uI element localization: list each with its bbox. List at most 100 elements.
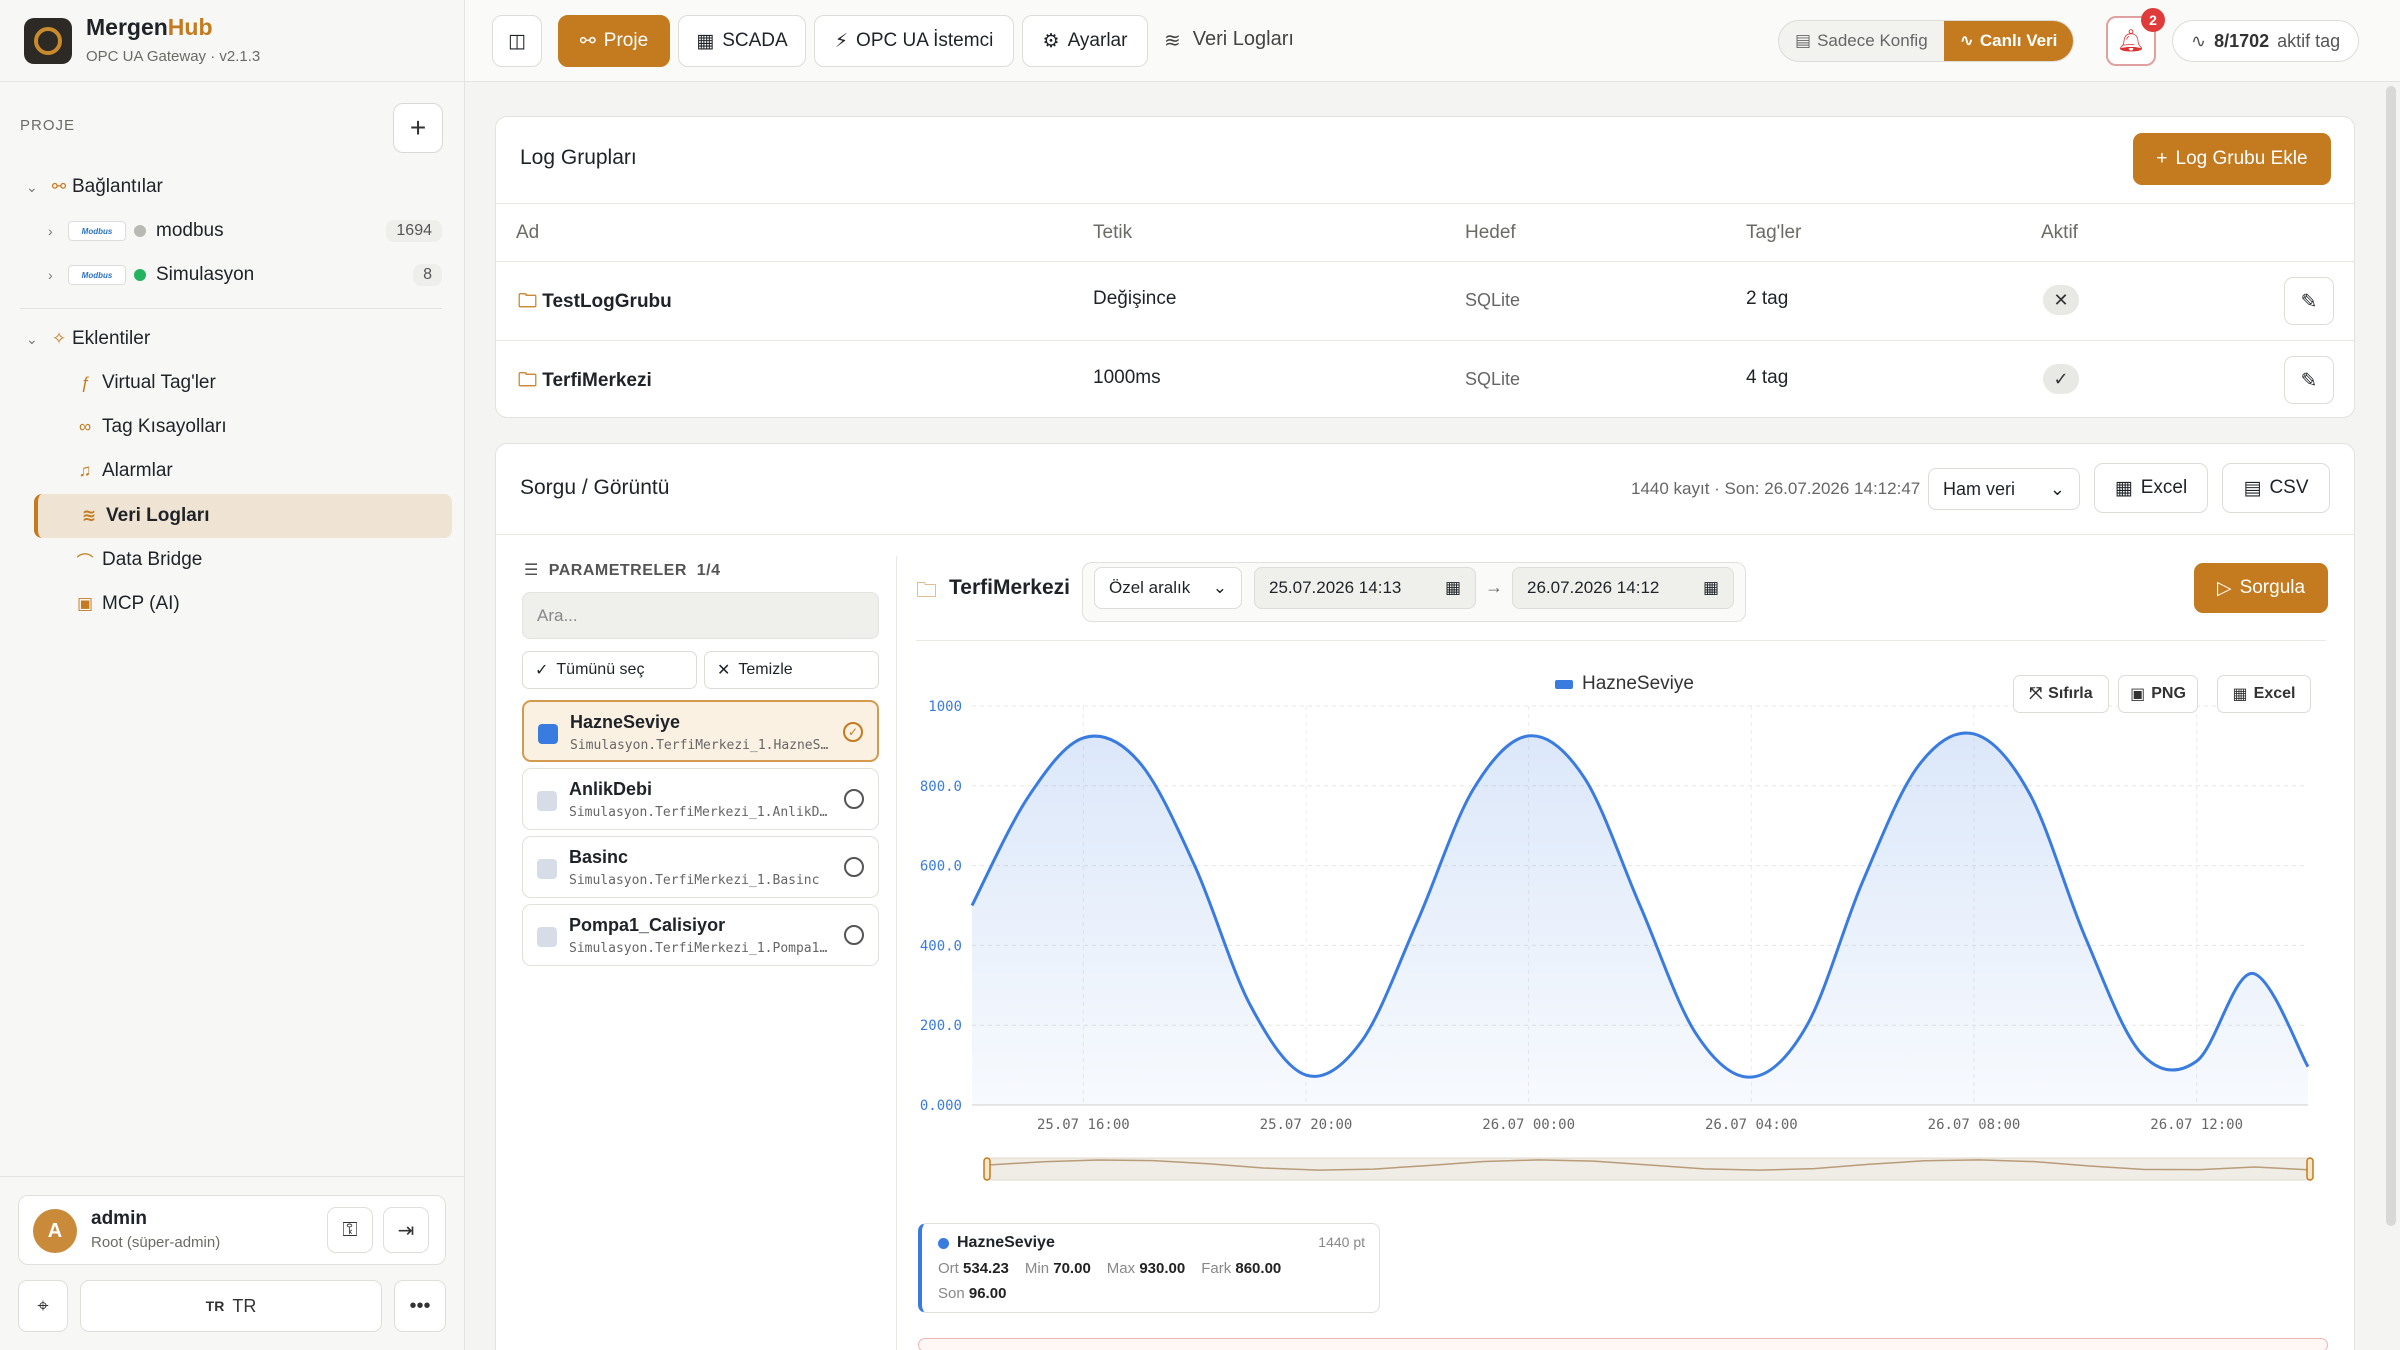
params-header: ☰ PARAMETRELER 1/4 [524, 560, 721, 580]
brand-header: MergenHub OPC UA Gateway · v2.1.3 [0, 0, 465, 82]
range-mode-value: Özel aralık [1109, 578, 1191, 597]
x-tick-label: 26.07 04:00 [1705, 1117, 1798, 1133]
zoom-slider-track [987, 1157, 2311, 1181]
tab-scada[interactable]: ▦ SCADA [678, 15, 806, 67]
tag-name: Basinc [569, 847, 629, 867]
from-date-input[interactable]: 25.07.2026 14:13 ▦ [1254, 567, 1476, 609]
add-log-group-button[interactable]: + Log Grubu Ekle [2133, 133, 2331, 185]
tag-item-basinc[interactable]: Basinc Simulasyon.TerfiMerkezi_1.Basinc [522, 836, 879, 898]
clear-label: Temizle [738, 661, 793, 678]
circle-icon [844, 789, 864, 809]
brand-name: MergenHub [86, 14, 213, 40]
select-all-label: Tümünü seç [556, 661, 645, 678]
stat-label: Son [938, 1285, 965, 1302]
excel-label: Excel [2140, 477, 2188, 498]
more-icon: ••• [409, 1294, 431, 1317]
brand-subtitle: OPC UA Gateway · v2.1.3 [86, 48, 261, 65]
tag-count-value: 8/1702 [2214, 30, 2270, 51]
sidebar-item-alarms[interactable]: ♫ Alarmlar [34, 449, 452, 493]
function-icon: ƒ [80, 373, 90, 392]
sidebar-item-virtual-tags[interactable]: ƒ Virtual Tag'ler [34, 361, 452, 405]
tree-connections[interactable]: ⌄ ⚯ Bağlantılar [26, 170, 163, 204]
query-button[interactable]: ▷ Sorgula [2194, 563, 2328, 613]
series-color-swatch [537, 927, 557, 947]
data-mode-select[interactable]: Ham veri ⌄ [1928, 468, 2080, 510]
edit-button[interactable]: ✎ [2284, 356, 2334, 404]
sidebar-item-label: Tag Kısayolları [102, 416, 227, 437]
key-button[interactable]: ⚿ [327, 1207, 373, 1253]
tag-count-suffix: aktif tag [2277, 30, 2341, 51]
hazneseviye-chart[interactable]: 0.000 200.0 400.0 600.0 800.0 1000 25.07 16:00… [910, 650, 2340, 1210]
sidebar: MergenHub OPC UA Gateway · v2.1.3 PROJE … [0, 0, 465, 1350]
tag-item-anlikdebi[interactable]: AnlikDebi Simulasyon.TerfiMerkezi_1.Anli… [522, 768, 879, 830]
logout-button[interactable]: ⇥ [383, 1207, 429, 1253]
tag-name: Pompa1_Calisiyor [569, 915, 726, 935]
add-project-item-button[interactable]: + [393, 103, 443, 153]
avatar: A [33, 1209, 77, 1253]
x-tick-label: 26.07 00:00 [1482, 1117, 1575, 1133]
range-mode-select[interactable]: Özel aralık ⌄ [1094, 567, 1242, 609]
stats-series-name: HazneSeviye [957, 1234, 1055, 1251]
chart-excel-label: Excel [2253, 685, 2296, 702]
more-button[interactable]: ••• [394, 1280, 446, 1332]
zoom-handle-left[interactable] [983, 1157, 991, 1181]
tree-connection-modbus[interactable]: › Modbus modbus 1694 [48, 214, 442, 248]
page-scrollbar[interactable] [2386, 86, 2396, 1226]
tag-item-hazneseviye[interactable]: HazneSeviye Simulasyon.TerfiMerkezi_1.Ha… [522, 700, 879, 762]
tag-item-pompa1-calisiyor[interactable]: Pompa1_Calisiyor Simulasyon.TerfiMerkezi… [522, 904, 879, 966]
sidebar-item-mcp-ai[interactable]: ▣ MCP (AI) [34, 582, 452, 626]
tree-connection-simulasyon[interactable]: › Modbus Simulasyon 8 [48, 258, 442, 292]
list-icon: ☰ [524, 562, 539, 579]
data-mode-value: Ham veri [1943, 478, 2016, 499]
tree-plugins[interactable]: ⌄ ✧ Eklentiler [26, 322, 150, 356]
tag-search-input[interactable]: Ara... [522, 592, 879, 639]
chart-png-button[interactable]: ▣ PNG [2118, 675, 2198, 713]
row-tags: 2 tag [1746, 288, 1789, 309]
add-log-group-label: Log Grubu Ekle [2175, 148, 2308, 169]
app-logo [24, 18, 72, 64]
chart-excel-button[interactable]: ▦ Excel [2217, 675, 2311, 713]
plug-icon: ⚡ [834, 30, 849, 52]
inactive-indicator[interactable]: ✕ [2043, 285, 2079, 315]
divider [20, 308, 442, 309]
tab-proje[interactable]: ⚯ Proje [558, 15, 670, 67]
active-indicator[interactable]: ✓ [2043, 364, 2079, 394]
play-icon: ▷ [2216, 577, 2232, 599]
chevron-right-icon: › [48, 267, 53, 283]
sidebar-item-tag-shortcuts[interactable]: ∞ Tag Kısayolları [34, 405, 452, 449]
locate-button[interactable]: ⌖ [18, 1280, 68, 1332]
breadcrumb: ≋ Veri Logları [1164, 28, 1294, 53]
connection-name: modbus [156, 220, 224, 241]
sidebar-item-data-logs[interactable]: ≋ Veri Logları [34, 494, 452, 538]
link-icon: ∞ [78, 417, 92, 436]
sidebar-item-label: Data Bridge [102, 549, 203, 570]
chart-reset-button[interactable]: ⤧ Sıfırla [2013, 675, 2109, 713]
export-csv-button[interactable]: ▤ CSV [2222, 463, 2330, 513]
bell-icon: 🔔︎ [2117, 28, 2145, 53]
plugins-label: Eklentiler [72, 328, 151, 349]
y-tick-label: 800.0 [920, 779, 962, 795]
edit-button[interactable]: ✎ [2284, 277, 2334, 325]
y-tick-label: 0.000 [920, 1098, 962, 1114]
sidebar-item-data-bridge[interactable]: ⌒ Data Bridge [34, 538, 452, 582]
zoom-handle-right[interactable] [2306, 1157, 2314, 1181]
notification-count-badge: 2 [2141, 8, 2165, 32]
language-button[interactable]: TR TR [80, 1280, 382, 1332]
tag-path: Simulasyon.TerfiMerkezi_1.Pompa1_Calisiy… [569, 941, 829, 956]
to-date-input[interactable]: 26.07.2026 14:12 ▦ [1512, 567, 1734, 609]
sidebar-toggle-button[interactable]: ◫ [492, 15, 542, 67]
select-all-button[interactable]: ✓ Tümünü seç [522, 651, 697, 689]
export-excel-button[interactable]: ▦ Excel [2094, 463, 2208, 513]
tag-name: AnlikDebi [569, 779, 653, 799]
tab-opcua-client[interactable]: ⚡ OPC UA İstemci [814, 15, 1014, 67]
stat-value: 70.00 [1053, 1260, 1091, 1277]
tab-settings[interactable]: ⚙ Ayarlar [1022, 15, 1148, 67]
panel-icon: ◫ [508, 30, 526, 52]
log-group-name: TerfiMerkezi [542, 370, 652, 391]
clear-button[interactable]: ✕ Temizle [704, 651, 879, 689]
stat-max: Max 930.00 [1107, 1260, 1185, 1277]
column-header: Aktif [2041, 222, 2078, 243]
x-tick-label: 26.07 12:00 [2150, 1117, 2243, 1133]
mode-live-button[interactable]: ∿ Canlı Veri [1943, 21, 2074, 61]
mode-config-button[interactable]: ▤ Sadece Konfig [1779, 21, 1944, 61]
